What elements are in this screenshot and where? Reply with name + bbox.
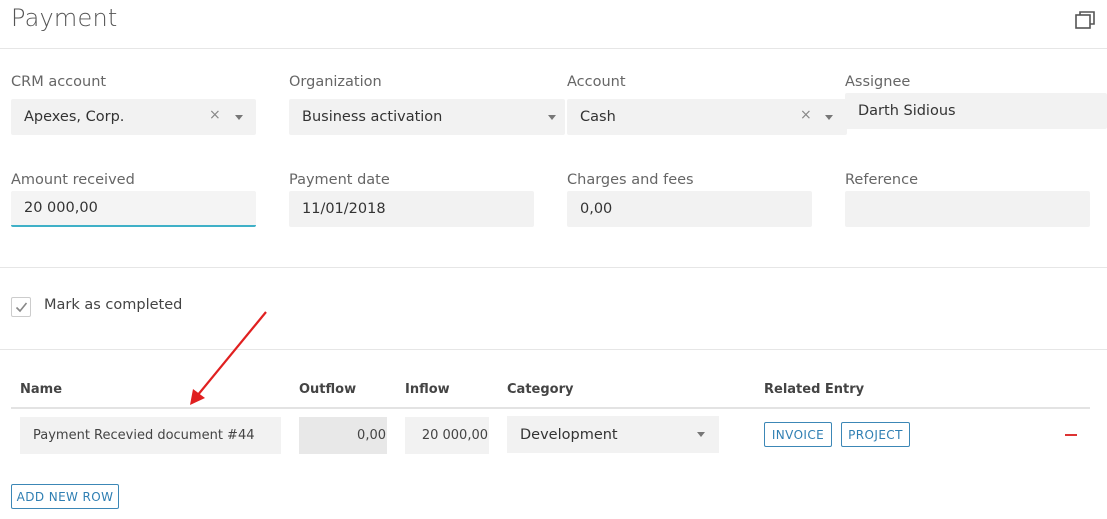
row-category-select[interactable]: Development [507,416,719,453]
page-title: Payment [11,4,118,32]
expand-window-icon[interactable] [1075,11,1095,29]
mark-completed-label[interactable]: Mark as completed [44,297,182,313]
crm-account-label: CRM account [11,74,107,90]
row-outflow-input[interactable]: 0,00 [299,417,387,454]
column-header-inflow: Inflow [405,382,450,397]
reference-input[interactable] [845,191,1090,227]
amount-received-value: 20 000,00 [24,200,98,216]
crm-account-value: Apexes, Corp. [24,109,125,125]
invoice-button[interactable]: INVOICE [764,422,832,447]
account-value: Cash [580,109,616,125]
assignee-value: Darth Sidious [858,103,956,119]
chevron-down-icon[interactable] [235,115,243,120]
account-select[interactable]: Cash × [567,99,847,135]
section-divider [0,349,1107,350]
charges-fees-label: Charges and fees [567,172,694,188]
organization-value: Business activation [302,109,443,125]
payment-date-label: Payment date [289,172,390,188]
section-divider [0,267,1107,268]
project-button[interactable]: PROJECT [841,422,910,447]
checkmark-icon [15,302,28,313]
column-header-related-entry: Related Entry [764,382,865,397]
row-outflow-value: 0,00 [357,428,386,443]
row-inflow-value: 20 000,00 [421,428,488,443]
table-header-divider [11,407,1090,409]
row-name-value: Payment Recevied document #44 [33,428,255,443]
assignee-label: Assignee [845,74,911,90]
column-header-category: Category [507,382,574,397]
organization-label: Organization [289,74,382,90]
chevron-down-icon[interactable] [825,115,833,120]
payment-date-input[interactable]: 11/01/2018 [289,191,534,227]
row-category-value: Development [520,426,618,443]
reference-label: Reference [845,172,919,188]
add-new-row-button[interactable]: ADD NEW ROW [11,484,119,509]
clear-icon[interactable]: × [800,107,812,123]
account-label: Account [567,74,626,90]
amount-received-input[interactable]: 20 000,00 [11,191,256,227]
row-inflow-input[interactable]: 20 000,00 [405,417,489,454]
remove-row-icon[interactable] [1065,434,1077,436]
chevron-down-icon[interactable] [697,432,705,437]
charges-fees-input[interactable]: 0,00 [567,191,812,227]
payment-date-value: 11/01/2018 [302,201,386,217]
clear-icon[interactable]: × [209,107,221,123]
mark-completed-checkbox[interactable] [11,297,31,317]
charges-fees-value: 0,00 [580,201,613,217]
chevron-down-icon[interactable] [548,115,556,120]
crm-account-select[interactable]: Apexes, Corp. × [11,99,256,135]
assignee-select[interactable]: Darth Sidious [845,93,1107,129]
amount-received-label: Amount received [11,172,135,188]
column-header-name: Name [20,382,63,397]
column-header-outflow: Outflow [299,382,357,397]
row-name-input[interactable]: Payment Recevied document #44 [20,417,281,454]
organization-select[interactable]: Business activation [289,99,565,135]
header-divider [0,48,1107,49]
